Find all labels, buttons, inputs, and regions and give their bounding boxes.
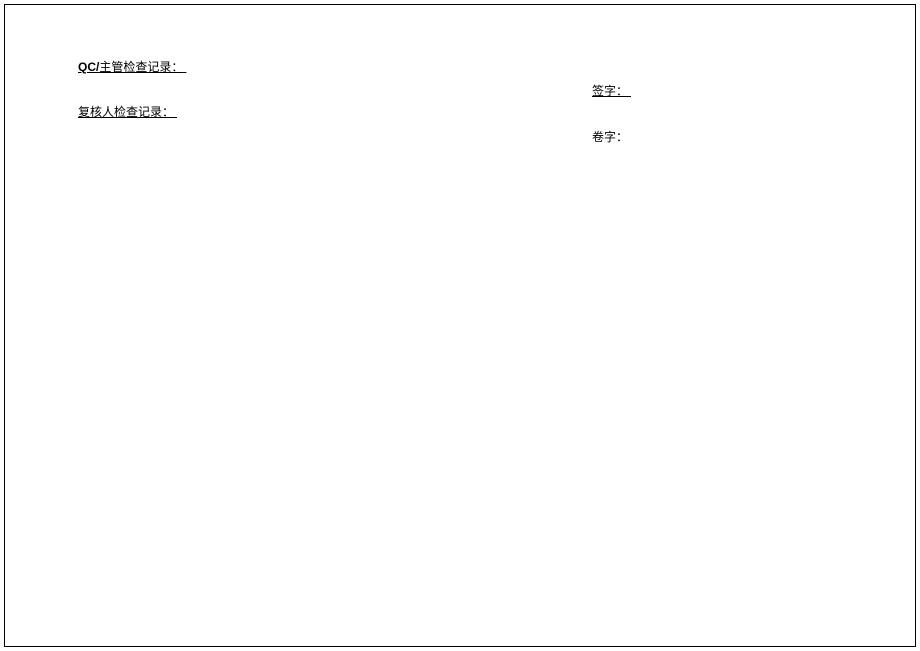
signature-label-2: 卷字： [592,128,628,145]
qc-prefix: QC/ [78,60,99,74]
reviewer-record-heading: 复核人检查记录： [78,103,842,120]
document-content: QC/主管检查记录： 签字： 复核人检查记录： 卷字： [0,0,920,178]
qc-supervisor-record-heading: QC/主管检查记录： [78,58,842,75]
signature-label-1: 签字： [592,82,631,99]
qc-label: 主管检查记录： [99,60,183,74]
